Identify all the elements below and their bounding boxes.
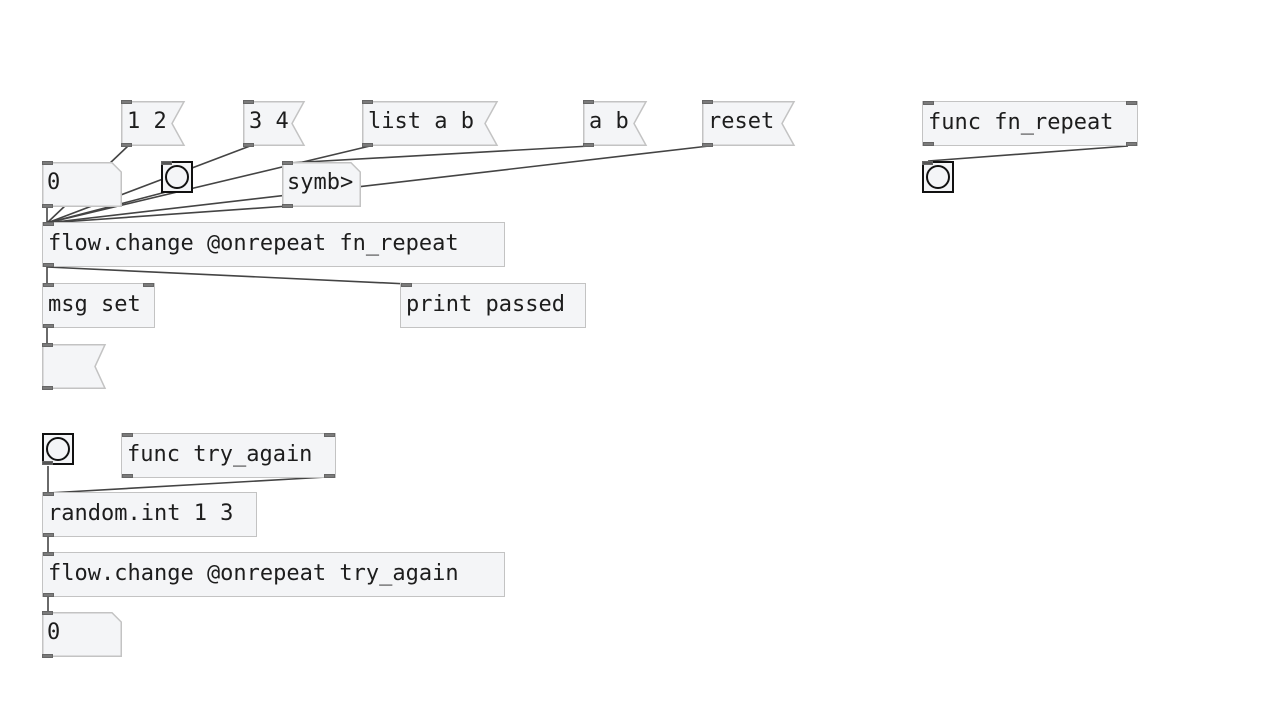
inlet[interactable] — [122, 433, 133, 437]
object-label: random.int 1 3 — [48, 501, 234, 526]
object-label: flow.change @onrepeat try_again — [48, 561, 459, 586]
message-label: func try_again — [127, 442, 313, 467]
outlet-right[interactable] — [1126, 142, 1137, 146]
inlet[interactable] — [43, 552, 54, 556]
symbol-box[interactable]: symb> — [282, 161, 361, 208]
message-reset[interactable]: reset — [702, 100, 796, 147]
message-1-2[interactable]: 1 2 — [121, 100, 186, 147]
outlet[interactable] — [122, 474, 133, 478]
symbol-label: symb> — [287, 170, 354, 195]
inlet[interactable] — [922, 161, 933, 165]
number-value: 0 — [47, 170, 61, 195]
inlet[interactable] — [43, 222, 54, 226]
outlet[interactable] — [243, 143, 254, 147]
object-flow-change-fn-repeat[interactable]: flow.change @onrepeat fn_repeat — [42, 222, 505, 267]
outlet[interactable] — [43, 263, 54, 267]
inlet-right[interactable] — [324, 433, 335, 437]
outlet-right[interactable] — [324, 474, 335, 478]
object-label: print passed — [406, 292, 565, 317]
bang-button-bottom[interactable] — [42, 433, 74, 465]
inlet[interactable] — [121, 100, 132, 104]
outlet[interactable] — [282, 204, 293, 208]
inlet[interactable] — [362, 100, 373, 104]
message-label: list a b — [368, 109, 474, 134]
outlet[interactable] — [42, 654, 53, 658]
message-a-b[interactable]: a b — [583, 100, 648, 147]
inlet[interactable] — [43, 492, 54, 496]
cord-func-try-again — [47, 476, 328, 494]
inlet[interactable] — [161, 161, 172, 165]
outlet[interactable] — [702, 143, 713, 147]
inlet[interactable] — [43, 283, 54, 287]
bang-circle-icon — [926, 165, 950, 189]
message-label: func fn_repeat — [928, 110, 1114, 135]
inlet[interactable] — [583, 100, 594, 104]
message-3-4[interactable]: 3 4 — [243, 100, 306, 147]
number-box-bottom[interactable]: 0 — [42, 611, 122, 658]
cord-msg-a-b — [287, 145, 591, 164]
outlet[interactable] — [42, 461, 53, 465]
outlet[interactable] — [121, 143, 132, 147]
number-value: 0 — [47, 620, 61, 645]
outlet[interactable] — [42, 204, 53, 208]
inlet[interactable] — [401, 283, 412, 287]
outlet[interactable] — [43, 533, 54, 537]
outlet[interactable] — [362, 143, 373, 147]
inlet-right[interactable] — [143, 283, 154, 287]
inlet[interactable] — [282, 161, 293, 165]
inlet-right[interactable] — [1126, 101, 1137, 105]
inlet[interactable] — [923, 101, 934, 105]
bang-circle-icon — [165, 165, 189, 189]
message-label: reset — [708, 109, 775, 134]
outlet[interactable] — [42, 386, 53, 390]
message-func-try-again[interactable]: func try_again — [121, 433, 336, 478]
object-random-int[interactable]: random.int 1 3 — [42, 492, 257, 537]
inlet[interactable] — [42, 161, 53, 165]
bang-circle-icon — [46, 437, 70, 461]
message-label: 1 2 — [127, 109, 167, 134]
cord-symb — [46, 205, 289, 224]
bang-button-fn-repeat[interactable] — [922, 161, 954, 193]
outlet[interactable] — [43, 593, 54, 597]
outlet[interactable] — [583, 143, 594, 147]
inlet[interactable] — [243, 100, 254, 104]
outlet[interactable] — [923, 142, 934, 146]
message-list-a-b[interactable]: list a b — [362, 100, 499, 147]
message-func-fn-repeat[interactable]: func fn_repeat — [922, 101, 1138, 146]
object-print-passed[interactable]: print passed — [400, 283, 586, 328]
inlet[interactable] — [702, 100, 713, 104]
inlet[interactable] — [42, 611, 53, 615]
object-flow-change-try-again[interactable]: flow.change @onrepeat try_again — [42, 552, 505, 597]
cord-msg-reset — [46, 145, 710, 224]
object-msg-set[interactable]: msg set — [42, 283, 155, 328]
inlet[interactable] — [42, 343, 53, 347]
cord-func-fn-repeat — [927, 145, 1129, 162]
message-label: a b — [589, 109, 629, 134]
object-label: flow.change @onrepeat fn_repeat — [48, 231, 459, 256]
object-label: msg set — [48, 292, 141, 317]
message-label: 3 4 — [249, 109, 289, 134]
cord-to-print — [46, 266, 409, 285]
outlet[interactable] — [43, 324, 54, 328]
number-box-top[interactable]: 0 — [42, 161, 122, 208]
message-empty[interactable] — [42, 343, 107, 390]
bang-button-top[interactable] — [161, 161, 193, 193]
